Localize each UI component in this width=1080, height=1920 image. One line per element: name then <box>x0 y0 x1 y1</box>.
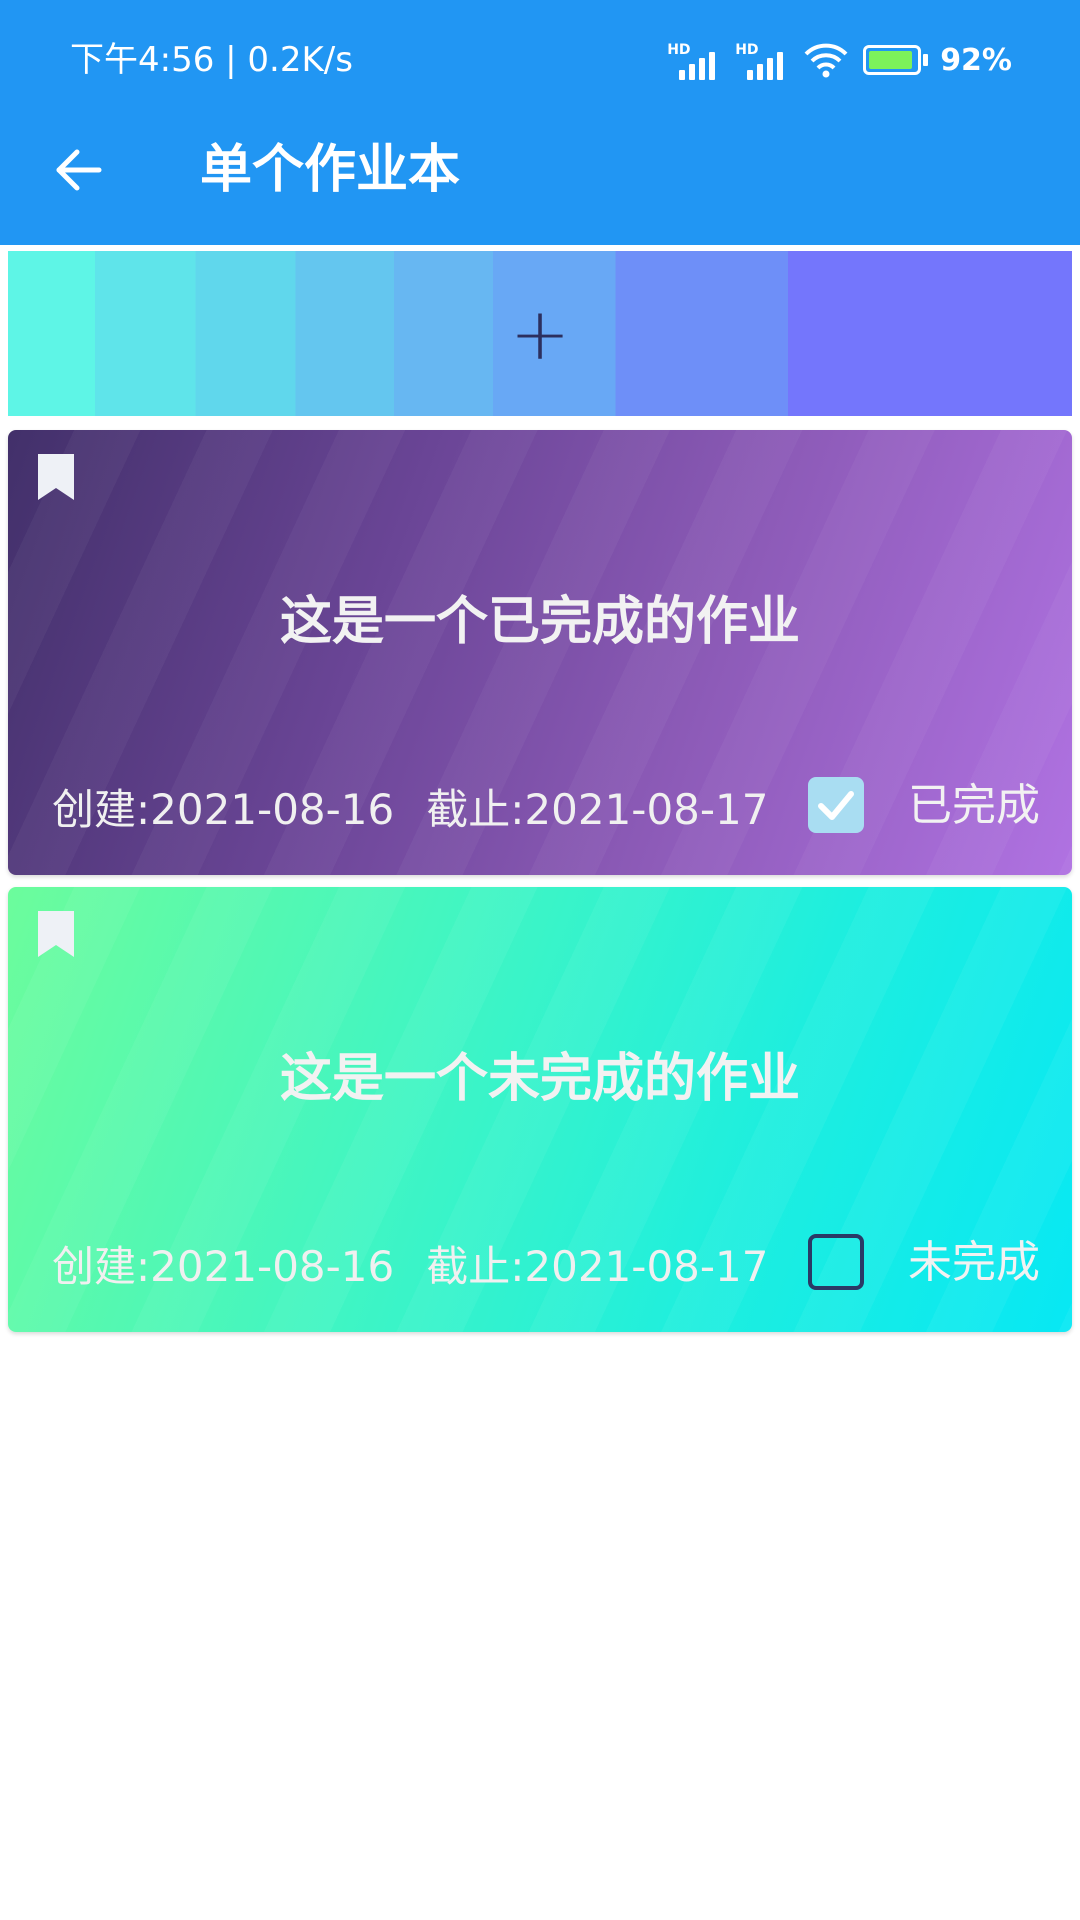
app-bar: 单个作业本 <box>0 120 1080 245</box>
signal-hd-icon: HD <box>667 40 721 80</box>
deadline-date: 截止:2021-08-17 <box>426 784 769 834</box>
status-icons: HD HD 92% <box>667 36 1012 84</box>
homework-title: 这是一个已完成的作业 <box>279 592 800 652</box>
homework-dates: 创建:2021-08-16 截止:2021-08-17 <box>52 1235 769 1291</box>
signal-hd-icon: HD <box>735 40 789 80</box>
hd-label: HD <box>735 42 759 58</box>
hd-label: HD <box>667 42 691 58</box>
bookmark-icon <box>38 911 74 957</box>
back-button[interactable] <box>50 142 106 198</box>
completed-checkbox[interactable] <box>808 1234 864 1290</box>
bookmark-icon <box>38 454 74 500</box>
page-title: 单个作业本 <box>200 140 461 200</box>
status-bar: 下午4:56 | 0.2K/s HD HD 92% <box>0 0 1080 120</box>
plus-icon: + <box>509 291 571 376</box>
deadline-date: 截止:2021-08-17 <box>426 1241 769 1291</box>
battery-charging-icon: 92% <box>863 43 1012 78</box>
check-icon <box>818 791 854 820</box>
add-homework-button[interactable]: + <box>8 251 1072 416</box>
created-date: 创建:2021-08-16 <box>52 784 395 834</box>
status-label: 已完成 <box>908 780 1040 831</box>
status-label: 未完成 <box>908 1237 1040 1288</box>
completed-checkbox[interactable] <box>808 777 864 833</box>
battery-percent: 92% <box>940 42 1012 78</box>
homework-card[interactable]: 这是一个未完成的作业 创建:2021-08-16 截止:2021-08-17 未… <box>8 887 1072 1332</box>
created-date: 创建:2021-08-16 <box>52 1241 395 1291</box>
homework-title: 这是一个未完成的作业 <box>279 1049 800 1109</box>
status-time: 下午4:56 | 0.2K/s <box>70 40 353 80</box>
wifi-icon <box>804 43 848 78</box>
arrow-left-icon <box>56 149 102 191</box>
homework-dates: 创建:2021-08-16 截止:2021-08-17 <box>52 778 769 834</box>
homework-card[interactable]: 这是一个已完成的作业 创建:2021-08-16 截止:2021-08-17 已… <box>8 430 1072 875</box>
